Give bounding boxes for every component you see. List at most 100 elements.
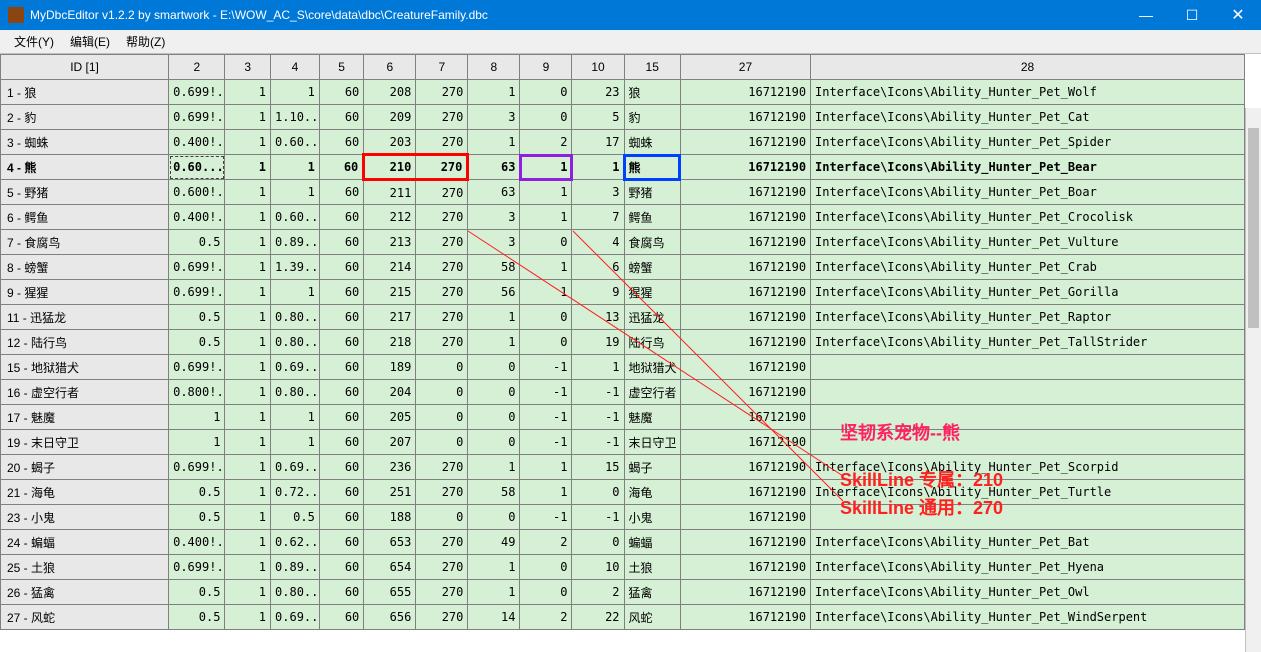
maximize-button[interactable]: ☐ xyxy=(1169,0,1215,30)
table-row[interactable]: 7 - 食腐鸟0.510.89...60213270304食腐鸟16712190… xyxy=(1,230,1245,255)
data-cell[interactable]: Interface\Icons\Ability_Hunter_Pet_Croco… xyxy=(811,205,1245,230)
data-cell[interactable]: 1 xyxy=(225,405,271,430)
data-cell[interactable]: Interface\Icons\Ability_Hunter_Pet_Scorp… xyxy=(811,455,1245,480)
data-cell[interactable]: 1 xyxy=(169,430,225,455)
data-cell[interactable]: 0.699!... xyxy=(169,280,225,305)
data-cell[interactable]: 14 xyxy=(468,605,520,630)
column-header[interactable]: 27 xyxy=(680,55,810,80)
column-header[interactable]: 7 xyxy=(416,55,468,80)
data-cell[interactable] xyxy=(811,430,1245,455)
data-cell[interactable]: Interface\Icons\Ability_Hunter_Pet_Bear xyxy=(811,155,1245,180)
data-cell[interactable]: 1.39... xyxy=(271,255,320,280)
data-cell[interactable]: 1 xyxy=(271,405,320,430)
table-row[interactable]: 12 - 陆行鸟0.510.80...602182701019陆行鸟167121… xyxy=(1,330,1245,355)
data-cell[interactable]: 270 xyxy=(416,180,468,205)
data-cell[interactable]: 1 xyxy=(225,205,271,230)
data-cell[interactable]: 1 xyxy=(225,455,271,480)
data-cell[interactable]: 1 xyxy=(572,155,624,180)
data-cell[interactable]: 0 xyxy=(416,505,468,530)
data-cell[interactable]: 16712190 xyxy=(680,455,810,480)
data-cell[interactable]: 60 xyxy=(319,155,363,180)
data-cell[interactable]: 0.699!... xyxy=(169,80,225,105)
data-cell[interactable]: 0.80... xyxy=(271,580,320,605)
data-cell[interactable]: 188 xyxy=(364,505,416,530)
data-cell[interactable]: 1 xyxy=(225,105,271,130)
data-cell[interactable]: 16712190 xyxy=(680,155,810,180)
data-cell[interactable]: 1 xyxy=(572,355,624,380)
table-row[interactable]: 16 - 虚空行者0.800!...10.80...6020400-1-1虚空行… xyxy=(1,380,1245,405)
data-cell[interactable]: 58 xyxy=(468,255,520,280)
data-cell[interactable]: Interface\Icons\Ability_Hunter_Pet_Owl xyxy=(811,580,1245,605)
data-cell[interactable]: 地狱猎犬 xyxy=(624,355,680,380)
data-cell[interactable]: 0 xyxy=(520,555,572,580)
data-cell[interactable]: 63 xyxy=(468,180,520,205)
data-cell[interactable]: 10 xyxy=(572,555,624,580)
data-cell[interactable]: 209 xyxy=(364,105,416,130)
table-row[interactable]: 3 - 蜘蛛0.400!...10.60...602032701217蜘蛛167… xyxy=(1,130,1245,155)
row-id-cell[interactable]: 17 - 魅魔 xyxy=(1,405,169,430)
table-row[interactable]: 11 - 迅猛龙0.510.80...602172701013迅猛龙167121… xyxy=(1,305,1245,330)
data-cell[interactable]: 270 xyxy=(416,555,468,580)
table-row[interactable]: 6 - 鳄鱼0.400!...10.60...60212270317鳄鱼1671… xyxy=(1,205,1245,230)
data-cell[interactable]: 0.62... xyxy=(271,530,320,555)
data-cell[interactable]: 60 xyxy=(319,480,363,505)
data-cell[interactable]: 16712190 xyxy=(680,130,810,155)
data-cell[interactable]: 270 xyxy=(416,480,468,505)
data-cell[interactable]: 0.400!... xyxy=(169,130,225,155)
data-cell[interactable]: 陆行鸟 xyxy=(624,330,680,355)
data-cell[interactable]: 0.800!... xyxy=(169,380,225,405)
menu-help[interactable]: 帮助(Z) xyxy=(118,31,173,52)
row-id-cell[interactable]: 21 - 海龟 xyxy=(1,480,169,505)
data-cell[interactable]: 野猪 xyxy=(624,180,680,205)
data-cell[interactable]: 0 xyxy=(572,480,624,505)
data-cell[interactable]: Interface\Icons\Ability_Hunter_Pet_Vultu… xyxy=(811,230,1245,255)
data-cell[interactable]: 270 xyxy=(416,105,468,130)
data-cell[interactable]: Interface\Icons\Ability_Hunter_Pet_Wolf xyxy=(811,80,1245,105)
data-cell[interactable]: 1 xyxy=(225,280,271,305)
data-cell[interactable]: 2 xyxy=(520,130,572,155)
data-cell[interactable]: 16712190 xyxy=(680,380,810,405)
row-id-cell[interactable]: 3 - 蜘蛛 xyxy=(1,130,169,155)
data-cell[interactable]: 60 xyxy=(319,205,363,230)
data-cell[interactable]: 270 xyxy=(416,330,468,355)
data-cell[interactable]: 0.72... xyxy=(271,480,320,505)
column-header[interactable]: ID [1] xyxy=(1,55,169,80)
column-header[interactable]: 5 xyxy=(319,55,363,80)
row-id-cell[interactable]: 15 - 地狱猎犬 xyxy=(1,355,169,380)
data-cell[interactable]: 16712190 xyxy=(680,105,810,130)
data-cell[interactable]: 270 xyxy=(416,305,468,330)
data-cell[interactable]: -1 xyxy=(520,380,572,405)
data-cell[interactable]: 3 xyxy=(572,180,624,205)
data-cell[interactable]: Interface\Icons\Ability_Hunter_Pet_Spide… xyxy=(811,130,1245,155)
data-cell[interactable]: 5 xyxy=(572,105,624,130)
data-cell[interactable]: -1 xyxy=(572,430,624,455)
column-header[interactable]: 6 xyxy=(364,55,416,80)
data-cell[interactable]: 207 xyxy=(364,430,416,455)
data-cell[interactable]: 1 xyxy=(225,580,271,605)
row-id-cell[interactable]: 24 - 蝙蝠 xyxy=(1,530,169,555)
data-cell[interactable]: 0 xyxy=(468,380,520,405)
data-cell[interactable]: 1 xyxy=(468,555,520,580)
column-header[interactable]: 3 xyxy=(225,55,271,80)
data-cell[interactable]: 1 xyxy=(520,480,572,505)
table-row[interactable]: 25 - 土狼0.699!...10.89...606542701010土狼16… xyxy=(1,555,1245,580)
data-cell[interactable]: 0.89... xyxy=(271,230,320,255)
data-cell[interactable]: 0 xyxy=(468,505,520,530)
data-cell[interactable]: 0.699!... xyxy=(169,355,225,380)
data-cell[interactable]: 0 xyxy=(416,355,468,380)
data-cell[interactable]: 1 xyxy=(520,280,572,305)
data-cell[interactable]: 16712190 xyxy=(680,330,810,355)
data-cell[interactable]: 迅猛龙 xyxy=(624,305,680,330)
data-cell[interactable]: 0 xyxy=(520,330,572,355)
data-cell[interactable]: 0 xyxy=(520,80,572,105)
data-cell[interactable]: 60 xyxy=(319,180,363,205)
data-cell[interactable]: 217 xyxy=(364,305,416,330)
data-cell[interactable]: 0 xyxy=(468,355,520,380)
data-cell[interactable]: 0.60... xyxy=(271,130,320,155)
data-cell[interactable]: 60 xyxy=(319,530,363,555)
data-cell[interactable]: 0.69... xyxy=(271,455,320,480)
data-cell[interactable]: 0.80... xyxy=(271,330,320,355)
data-cell[interactable]: 270 xyxy=(416,205,468,230)
row-id-cell[interactable]: 2 - 豹 xyxy=(1,105,169,130)
data-cell[interactable]: 3 xyxy=(468,105,520,130)
